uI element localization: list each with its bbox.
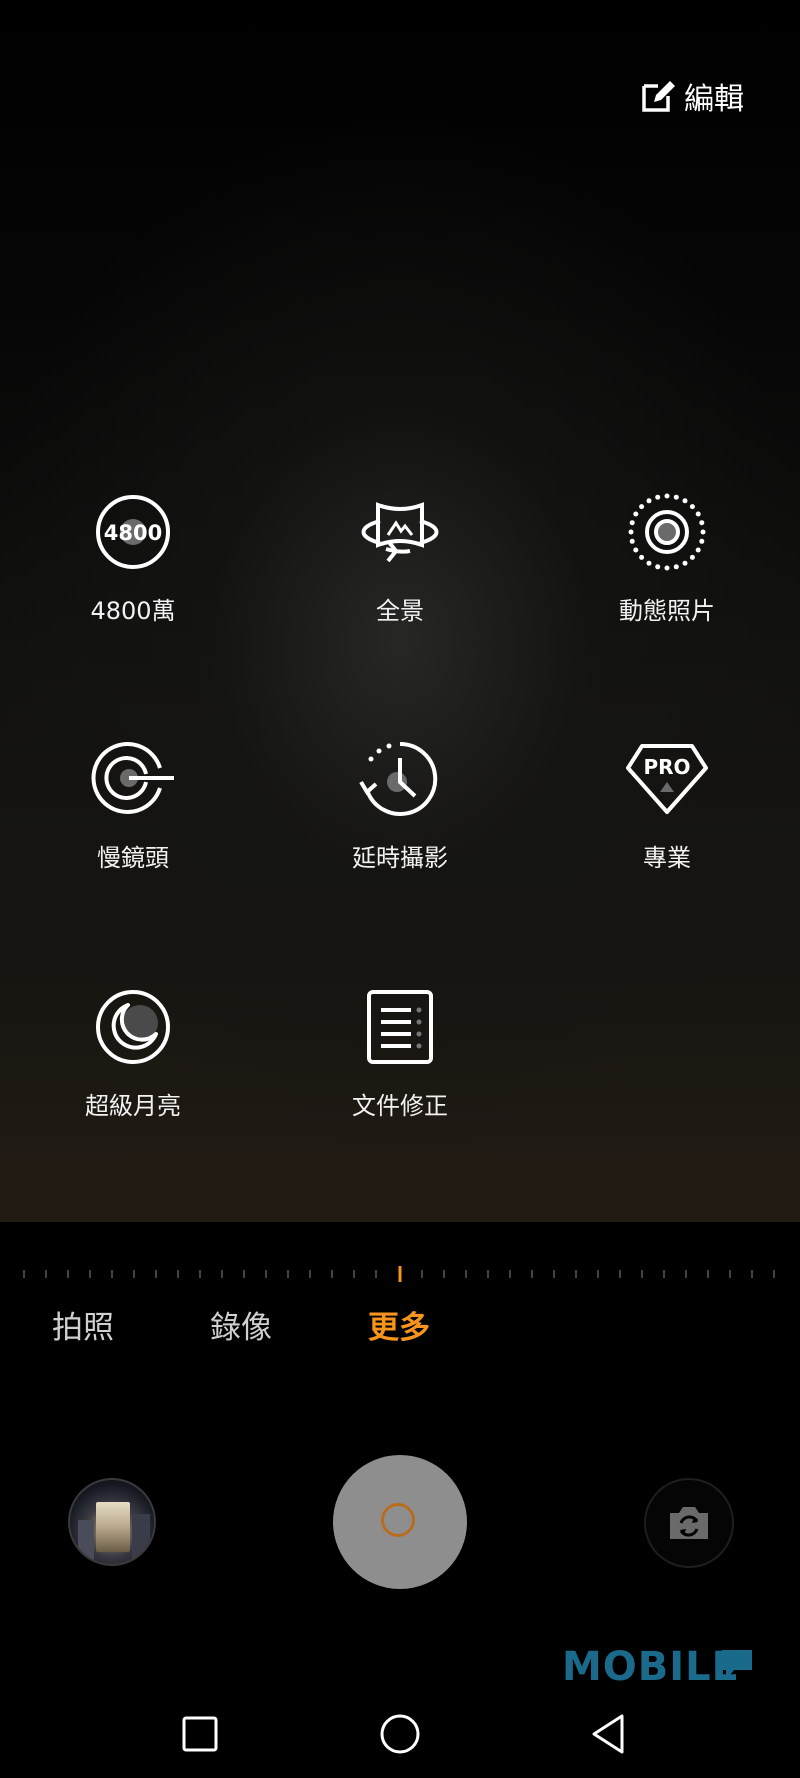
tab-video[interactable]: 錄像 xyxy=(210,1302,272,1347)
edit-icon xyxy=(642,81,675,112)
gallery-thumbnail[interactable] xyxy=(68,1478,156,1566)
super-moon-icon xyxy=(96,990,170,1064)
mode-panorama[interactable]: 全景 xyxy=(290,491,510,626)
pro-mode-icon: PRO xyxy=(626,744,708,814)
switch-camera-button[interactable] xyxy=(644,1478,734,1568)
mode-label-super-moon: 超級月亮 xyxy=(85,1092,181,1120)
time-lapse-icon xyxy=(359,741,438,816)
watermark-logo: MOBILE xyxy=(562,1644,740,1690)
tab-more[interactable]: 更多 xyxy=(368,1302,430,1347)
shutter-button[interactable] xyxy=(333,1455,467,1589)
mode-label-time-lapse: 延時攝影 xyxy=(352,844,448,872)
switch-camera-icon xyxy=(670,1507,708,1539)
pro-icon-text: PRO xyxy=(643,755,690,779)
mode-4800mp[interactable]: 4800 4800萬 xyxy=(23,491,243,626)
speech-bubble-icon xyxy=(722,1650,752,1680)
mode-slow-motion[interactable]: 慢鏡頭 xyxy=(23,738,243,873)
edit-button[interactable]: 編輯 xyxy=(640,74,744,118)
4800mp-icon: 4800 xyxy=(96,495,170,569)
recent-apps-icon[interactable] xyxy=(176,1710,224,1758)
moving-picture-icon xyxy=(628,493,706,571)
mode-moving-picture[interactable]: 動態照片 xyxy=(557,491,777,626)
mode-ruler[interactable] xyxy=(20,1266,780,1282)
mode-label-4800mp: 4800萬 xyxy=(90,597,176,625)
mode-label-slow-motion: 慢鏡頭 xyxy=(97,844,169,872)
mode-label-panorama: 全景 xyxy=(376,597,424,625)
mode-time-lapse[interactable]: 延時攝影 xyxy=(290,738,510,873)
slow-motion-icon xyxy=(91,742,174,814)
mode-label-moving-picture: 動態照片 xyxy=(619,597,715,625)
home-icon[interactable] xyxy=(376,1710,424,1758)
mode-pro[interactable]: PRO 專業 xyxy=(557,738,777,873)
edit-label: 編輯 xyxy=(684,82,744,117)
4800mp-icon-text: 4800 xyxy=(104,521,162,545)
mode-label-pro: 專業 xyxy=(643,844,691,872)
mode-tabs: 拍照 錄像 更多 xyxy=(0,1302,800,1348)
mode-document-scan[interactable]: 文件修正 xyxy=(290,986,510,1121)
shutter-ring-icon xyxy=(381,1503,415,1537)
back-icon[interactable] xyxy=(586,1710,634,1758)
document-scan-icon xyxy=(367,990,433,1064)
mode-super-moon[interactable]: 超級月亮 xyxy=(23,986,243,1121)
panorama-icon xyxy=(361,502,439,563)
tab-photo[interactable]: 拍照 xyxy=(52,1302,114,1347)
mode-label-document-scan: 文件修正 xyxy=(352,1092,448,1120)
